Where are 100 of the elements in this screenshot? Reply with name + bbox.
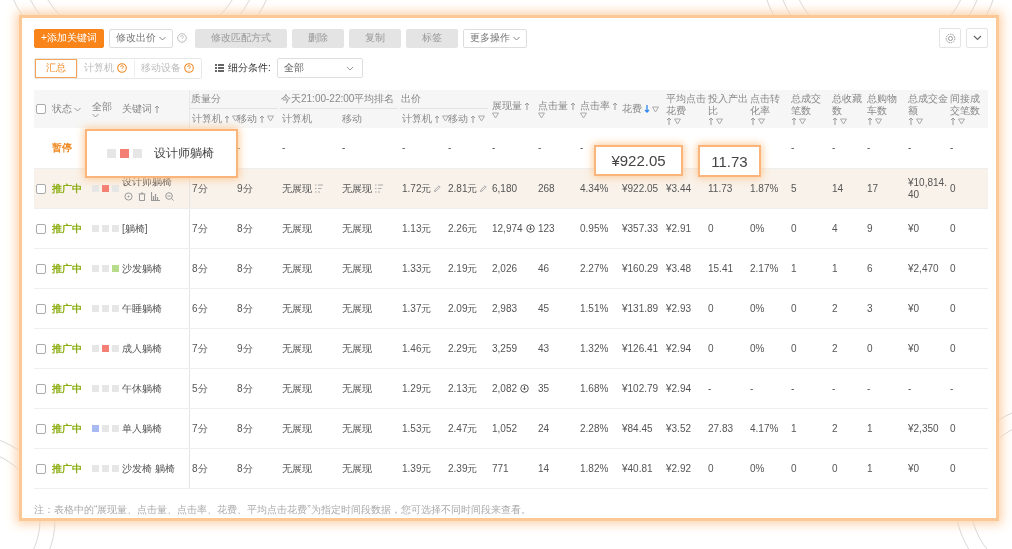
label-swatch[interactable]: [102, 385, 109, 392]
chevron-down-icon: [345, 65, 354, 71]
label-swatch[interactable]: [112, 265, 119, 272]
chevron-down-icon[interactable]: [92, 112, 99, 118]
label-swatch[interactable]: [112, 305, 119, 312]
pencil-icon[interactable]: [434, 185, 442, 192]
table-row[interactable]: 推广中 单人躺椅 7分 8分 无展现 无展现 1.53元 2.47元 1,052 24 2.28% ¥84.45 ¥3.52 27.83 4.17% 1 2 1 ¥2,350 0: [34, 409, 988, 449]
table-row[interactable]: 推广中 沙发躺椅 8分 8分 无展现 无展现 1.33元 2.19元 2,026 46 2.27% ¥160.29 ¥3.48 15.41 2.17% 1 1 6 ¥2,470 0: [34, 249, 988, 289]
label-swatch[interactable]: [102, 345, 109, 352]
list-icon[interactable]: [375, 184, 383, 193]
table-row[interactable]: 推广中 午睡躺椅 6分 8分 无展现 无展现 1.37元 2.09元 2,983 45 1.51% ¥131.89 ¥2.93 0 0% 0 2 3 ¥0 0: [34, 289, 988, 329]
checkbox[interactable]: [36, 104, 46, 114]
label-swatch[interactable]: [112, 225, 119, 232]
info-icon[interactable]: [520, 384, 530, 393]
toolbar-button[interactable]: 更多操作: [462, 28, 527, 48]
label-swatch[interactable]: [102, 465, 109, 472]
label-swatch[interactable]: [92, 225, 99, 232]
filter-icon[interactable]: [652, 105, 659, 113]
filter-icon[interactable]: [716, 117, 723, 125]
table-row[interactable]: 推广中 [躺椅] 7分 8分 无展现 无展现 1.13元 2.26元 12,974 123 0.95% ¥357.33 ¥2.91 0 0% 0 4 9 ¥0 0: [34, 209, 988, 249]
label-swatch[interactable]: [92, 305, 99, 312]
checkbox[interactable]: [36, 423, 46, 434]
sort-icon[interactable]: [750, 117, 756, 125]
sort-icon[interactable]: [666, 117, 672, 125]
label-swatch[interactable]: [102, 425, 109, 432]
filter-icon[interactable]: [538, 111, 545, 119]
checkbox[interactable]: [36, 463, 46, 474]
info-icon[interactable]: [525, 224, 535, 233]
table-row[interactable]: 推广中 沙发椅 躺椅 8分 8分 无展现 无展现 1.39元 2.39元 771 14 1.82% ¥40.81 ¥2.92 0 0% 0 0 1 ¥0 0: [34, 449, 988, 489]
bar-chart-icon[interactable]: [151, 192, 160, 201]
filter-icon[interactable]: [916, 117, 923, 125]
checkbox[interactable]: [36, 383, 46, 394]
checkbox[interactable]: [36, 303, 46, 314]
help-icon[interactable]: [176, 33, 187, 43]
sort-icon[interactable]: [867, 117, 873, 125]
toolbar-button[interactable]: 修改出价: [108, 28, 173, 48]
label-swatch[interactable]: [92, 425, 99, 432]
checkbox[interactable]: [36, 343, 46, 354]
sort-icon[interactable]: [950, 117, 956, 125]
pencil-icon[interactable]: [480, 185, 488, 192]
table-cell: 43: [538, 342, 550, 355]
filter-icon[interactable]: [580, 111, 587, 119]
toolbar-button[interactable]: +添加关键词: [34, 28, 104, 48]
filter-icon[interactable]: [799, 117, 806, 125]
table-cell: 45: [538, 302, 550, 315]
sort-icon[interactable]: [791, 117, 797, 125]
label-swatch[interactable]: [102, 265, 109, 272]
view-tab[interactable]: 汇总: [35, 58, 77, 78]
filter-icon[interactable]: [492, 111, 499, 119]
settings-button[interactable]: [939, 28, 961, 48]
sort-icon[interactable]: [612, 101, 618, 110]
filter-icon[interactable]: [232, 115, 239, 122]
column-header[interactable]: 状态: [52, 103, 72, 115]
sort-icon[interactable]: [644, 105, 650, 113]
table-row[interactable]: 推广中 成人躺椅 7分 9分 无展现 无展现 1.46元 2.29元 3,259 43 1.32% ¥126.41 ¥2.94 0 0% 0 2 0 ¥0 0: [34, 329, 988, 369]
zoom-out-icon[interactable]: [165, 192, 174, 201]
filter-icon[interactable]: [442, 115, 449, 122]
sort-icon[interactable]: [832, 117, 838, 125]
label-swatch[interactable]: [112, 465, 119, 472]
sort-icon[interactable]: [908, 117, 914, 125]
label-swatch[interactable]: [112, 425, 119, 432]
label-swatch[interactable]: [112, 385, 119, 392]
filter-icon[interactable]: [840, 117, 847, 125]
filter-icon[interactable]: [875, 117, 882, 125]
sort-icon[interactable]: [224, 114, 230, 123]
label-swatch[interactable]: [92, 345, 99, 352]
sort-icon[interactable]: [524, 101, 530, 110]
sort-icon[interactable]: [570, 101, 576, 110]
table-row[interactable]: 推广中 午休躺椅 5分 8分 无展现 无展现 1.29元 2.13元 2,082 35 1.68% ¥102.79 ¥2.94 - - - - - - -: [34, 369, 988, 409]
filter-icon[interactable]: [958, 117, 965, 125]
target-icon[interactable]: [124, 192, 133, 201]
label-swatch[interactable]: [112, 345, 119, 352]
column-header[interactable]: 全部: [92, 100, 112, 113]
label-swatch[interactable]: [92, 465, 99, 472]
filter-icon[interactable]: [478, 115, 485, 122]
sort-icon[interactable]: [434, 114, 440, 123]
column-header: 总成交笔数: [791, 93, 822, 117]
list-icon[interactable]: [315, 184, 323, 193]
checkbox[interactable]: [36, 223, 46, 234]
help-icon[interactable]: [184, 63, 194, 73]
help-icon[interactable]: [117, 63, 127, 73]
sort-icon[interactable]: [708, 117, 714, 125]
checkbox[interactable]: [36, 263, 46, 274]
label-swatch[interactable]: [92, 265, 99, 272]
filter-icon[interactable]: [758, 117, 765, 125]
segment-select[interactable]: 全部: [276, 58, 363, 78]
label-swatch[interactable]: [102, 305, 109, 312]
collapse-button[interactable]: [966, 28, 988, 48]
label-swatch[interactable]: [92, 385, 99, 392]
filter-icon[interactable]: [674, 117, 681, 125]
sort-icon[interactable]: [470, 114, 476, 123]
column-header[interactable]: 关键词: [122, 103, 152, 115]
trash-icon[interactable]: [138, 192, 146, 201]
chevron-down-icon[interactable]: [74, 106, 81, 112]
sort-icon[interactable]: [259, 114, 265, 123]
label-swatch[interactable]: [102, 225, 109, 232]
sort-icon[interactable]: [154, 105, 160, 113]
checkbox[interactable]: [36, 183, 46, 194]
label-swatch[interactable]: [102, 185, 109, 192]
filter-icon[interactable]: [267, 115, 274, 122]
